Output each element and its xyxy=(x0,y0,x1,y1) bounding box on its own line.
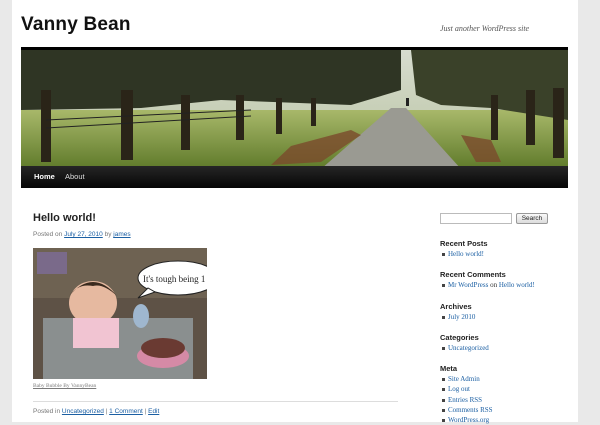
post-footer: Posted in Uncategorized | 1 Comment | Ed… xyxy=(33,408,159,415)
comments-rss-link[interactable]: Comments RSS xyxy=(448,406,493,414)
search-button[interactable]: Search xyxy=(516,213,548,224)
post-title[interactable]: Hello world! xyxy=(33,212,96,224)
post-footer-prefix: Posted in xyxy=(33,408,61,415)
recent-comments-list: Mr WordPress on Hello world! xyxy=(440,280,535,290)
recent-post-link[interactable]: Hello world! xyxy=(448,250,484,258)
list-item: WordPress.org xyxy=(440,415,493,425)
list-item: Comments RSS xyxy=(440,405,493,415)
entries-rss-link[interactable]: Entries RSS xyxy=(448,396,482,404)
comment-on-text: on xyxy=(490,281,498,289)
archive-link[interactable]: July 2010 xyxy=(448,313,475,321)
main-nav: Home About xyxy=(21,166,568,188)
meta-heading: Meta xyxy=(440,364,458,373)
nav-item-about[interactable]: About xyxy=(65,172,85,181)
post-image: It's tough being 1 xyxy=(33,248,207,379)
list-item: Uncategorized xyxy=(440,343,489,353)
header-banner-image xyxy=(21,47,568,170)
list-item: Mr WordPress on Hello world! xyxy=(440,280,535,290)
post-meta: Posted on July 27, 2010 by james xyxy=(33,231,131,238)
post-author-link[interactable]: james xyxy=(113,231,130,238)
post-category-link[interactable]: Uncategorized xyxy=(62,408,104,415)
wordpress-org-link[interactable]: WordPress.org xyxy=(448,416,489,424)
categories-heading: Categories xyxy=(440,333,479,342)
post-footer-sep: | xyxy=(144,408,147,415)
log-out-link[interactable]: Log out xyxy=(448,385,470,393)
page: Vanny Bean Just another WordPress site H… xyxy=(12,0,578,425)
tree-lined-path-photo xyxy=(21,50,568,169)
post-footer-sep: | xyxy=(105,408,108,415)
commenter-link[interactable]: Mr WordPress xyxy=(448,281,488,289)
post-comments-link[interactable]: 1 Comment xyxy=(109,408,143,415)
post-divider xyxy=(33,401,398,402)
list-item: Entries RSS xyxy=(440,395,493,405)
categories-list: Uncategorized xyxy=(440,343,489,353)
speech-bubble-text: It's tough being 1 xyxy=(143,274,205,284)
archives-heading: Archives xyxy=(440,302,472,311)
site-description: Just another WordPress site xyxy=(440,24,530,33)
post-meta-prefix: Posted on xyxy=(33,231,63,238)
post-meta-by: by xyxy=(104,231,112,238)
post-edit-link[interactable]: Edit xyxy=(148,408,159,415)
site-title[interactable]: Vanny Bean xyxy=(21,14,131,36)
archives-list: July 2010 xyxy=(440,312,475,322)
recent-comments-heading: Recent Comments xyxy=(440,270,506,279)
list-item: July 2010 xyxy=(440,312,475,322)
baby-photo: It's tough being 1 xyxy=(33,248,207,379)
list-item: Log out xyxy=(440,384,493,394)
post-date-link[interactable]: July 27, 2010 xyxy=(64,231,103,238)
list-item: Site Admin xyxy=(440,374,493,384)
nav-item-home[interactable]: Home xyxy=(34,172,55,181)
search-input[interactable] xyxy=(440,213,512,224)
recent-posts-heading: Recent Posts xyxy=(440,239,488,248)
list-item: Hello world! xyxy=(440,249,484,259)
image-caption[interactable]: Baby Bubble By VannyBean xyxy=(33,383,96,389)
site-admin-link[interactable]: Site Admin xyxy=(448,375,480,383)
category-link[interactable]: Uncategorized xyxy=(448,344,489,352)
meta-list: Site Admin Log out Entries RSS Comments … xyxy=(440,374,493,425)
recent-posts-list: Hello world! xyxy=(440,249,484,259)
comment-post-link[interactable]: Hello world! xyxy=(499,281,535,289)
